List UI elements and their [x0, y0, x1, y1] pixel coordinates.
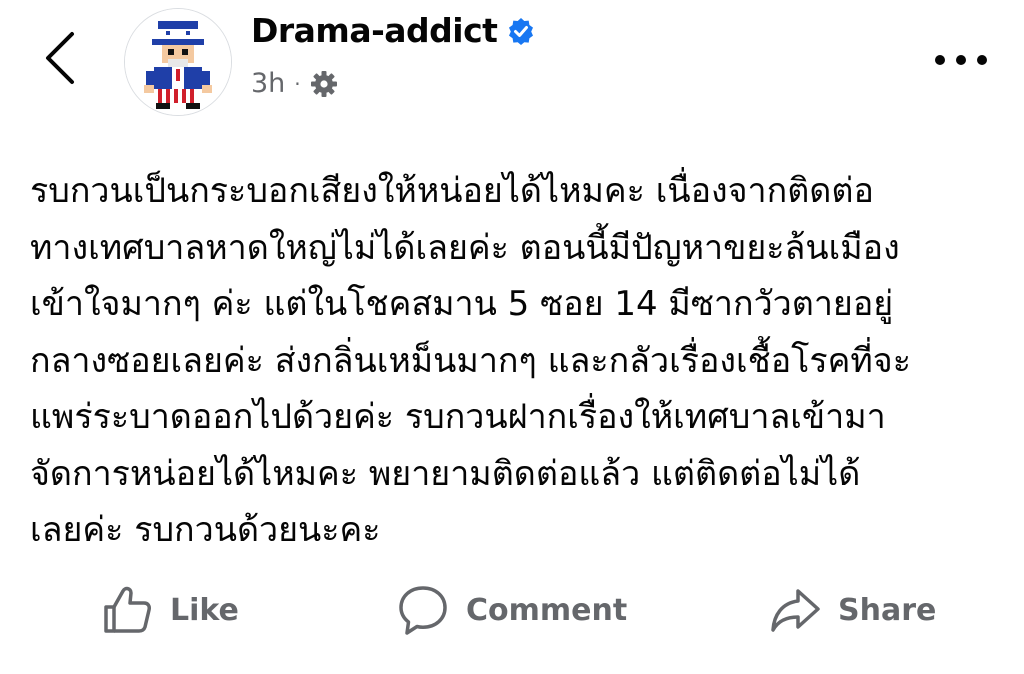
post-timestamp[interactable]: 3h [251, 68, 285, 99]
more-options-button[interactable] [932, 45, 990, 75]
like-label: Like [170, 592, 239, 628]
avatar-image [125, 9, 231, 115]
share-arrow-icon [771, 589, 820, 632]
chevron-left-icon [46, 32, 74, 84]
share-button[interactable]: Share [768, 578, 936, 642]
author-row: Drama-addict [251, 14, 535, 47]
like-thumb-icon [104, 586, 151, 633]
back-button[interactable] [40, 30, 80, 86]
comment-button[interactable]: Comment [396, 578, 627, 642]
post-text: รบกวนเป็นกระบอกเสียงให้หน่อยได้ไหมคะ เนื… [30, 171, 911, 550]
author-name[interactable]: Drama-addict [251, 14, 498, 47]
action-bar: Like Comment Share [0, 578, 1024, 642]
like-button[interactable]: Like [100, 578, 239, 642]
comment-bubble-icon [399, 586, 447, 635]
post-meta: 3h · [251, 68, 338, 99]
meta-separator: · [294, 71, 301, 96]
avatar[interactable] [124, 8, 232, 116]
verified-badge-icon [509, 17, 534, 45]
more-dots-icon [935, 55, 987, 65]
comment-label: Comment [466, 592, 628, 628]
gear-icon[interactable] [310, 70, 338, 98]
share-label: Share [838, 592, 937, 628]
